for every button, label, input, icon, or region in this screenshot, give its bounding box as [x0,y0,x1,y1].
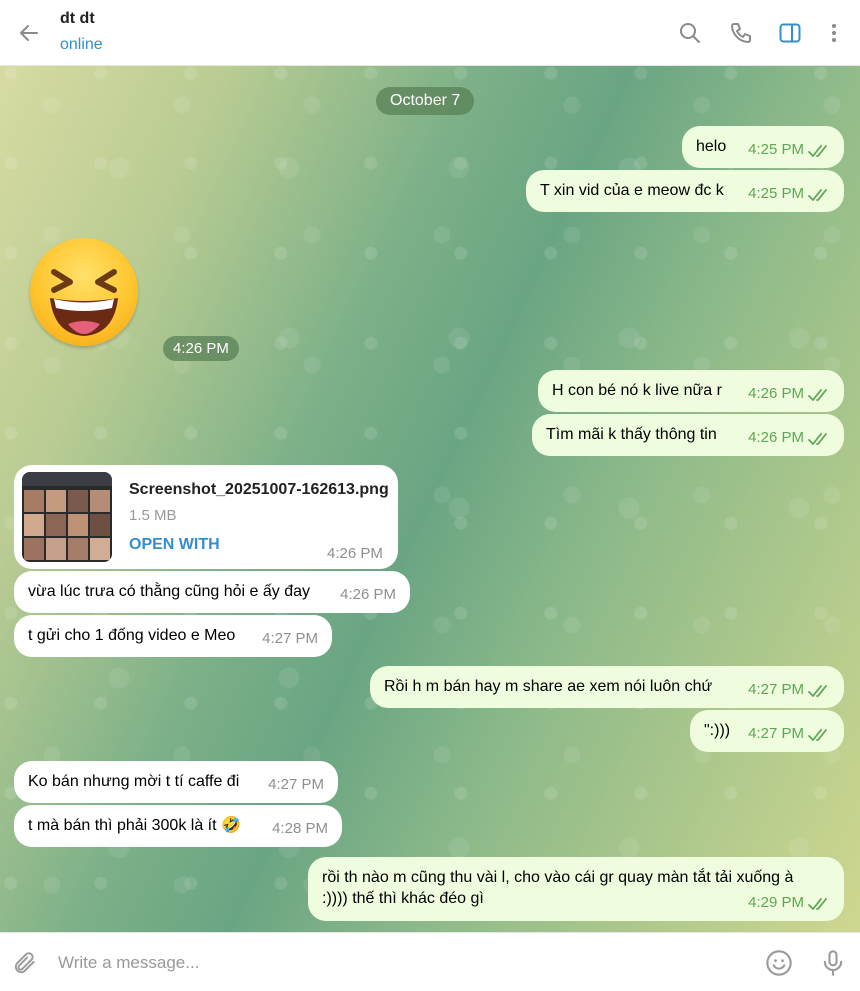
message-bubble-incoming[interactable]: t gửi cho 1 đống video e Meo 4:27 PM [14,615,332,657]
message-text: ":))) [704,722,731,739]
double-check-icon [808,145,827,157]
message-text: t gửi cho 1 đống video e Meo [28,627,236,644]
message-bubble-outgoing[interactable]: H con bé nó k live nữa r 4:26 PM [538,370,844,412]
sidebar-panel-icon [779,23,801,43]
message-bubble-incoming[interactable]: Ko bán nhưng mời t tí caffe đi 4:27 PM [14,761,338,803]
search-icon [680,23,700,43]
message-text: H con bé nó k live nữa r [552,382,722,399]
contact-status: online [60,36,103,53]
message-bubble-outgoing[interactable]: Rồi h m bán hay m share ae xem nói luôn … [370,666,844,708]
microphone-icon [823,950,843,976]
message-text: Rồi h m bán hay m share ae xem nói luôn … [384,678,713,695]
message-text: Tìm mãi k thấy thông tin [546,426,717,443]
more-vertical-icon [832,24,836,42]
file-thumbnail[interactable] [22,472,112,562]
open-with-button[interactable]: OPEN WITH [129,536,220,554]
smile-icon [766,950,792,976]
call-button[interactable] [727,19,755,47]
attach-button[interactable] [8,946,42,980]
message-bubble-incoming[interactable]: vừa lúc trưa có thằng cũng hỏi e ấy đay … [14,571,410,613]
message-text: vừa lúc trưa có thằng cũng hỏi e ấy đay [28,583,311,600]
date-separator: October 7 [376,87,475,115]
message-time: 4:26 PM [748,385,804,402]
message-bubble-outgoing[interactable]: helo 4:25 PM [682,126,844,168]
message-text: T xin vid của e meow đc k [540,182,724,199]
sidebar-toggle-button[interactable] [776,19,804,47]
double-check-icon [808,389,827,401]
message-bubble-incoming[interactable]: t mà bán thì phải 300k là ít 🤣 4:28 PM [14,805,342,847]
sticker-laughing-emoji[interactable] [30,238,138,346]
laughing-face-icon [50,269,118,336]
phone-icon [731,23,751,43]
emoji-button[interactable] [762,946,796,980]
message-input[interactable] [56,947,740,979]
message-text: t mà bán thì phải 300k là ít 🤣 [28,817,241,834]
file-size: 1.5 MB [129,507,177,524]
voice-record-button[interactable] [816,946,850,980]
image-thumbnail-icon [22,472,112,560]
file-name: Screenshot_20251007-162613.png [129,481,389,498]
paperclip-icon [14,952,35,974]
message-time: 4:26 PM [340,586,396,603]
message-text: helo [696,138,727,155]
message-time: 4:27 PM [748,725,804,742]
message-bubble-outgoing[interactable]: ":))) 4:27 PM [690,710,844,752]
message-bubble-outgoing[interactable]: Tìm mãi k thấy thông tin 4:26 PM [532,414,844,456]
back-button[interactable] [14,18,44,48]
message-text: Ko bán nhưng mời t tí caffe đi [28,773,240,790]
message-time: 4:26 PM [748,429,804,446]
double-check-icon [808,189,827,201]
search-button[interactable] [676,19,704,47]
sticker-time: 4:26 PM [163,336,239,361]
message-time: 4:27 PM [748,681,804,698]
more-menu-button[interactable] [820,19,848,47]
message-time: 4:25 PM [748,141,804,158]
message-text: rồi th nào m cũng thu vài l, cho vào cái… [322,869,794,886]
message-bubble-outgoing[interactable]: T xin vid của e meow đc k 4:25 PM [526,170,844,212]
message-bubble-outgoing[interactable]: rồi th nào m cũng thu vài l, cho vào cái… [308,857,844,921]
double-check-icon [808,898,827,910]
message-time: 4:26 PM [327,545,383,562]
double-check-icon [808,729,827,741]
message-time: 4:27 PM [268,776,324,793]
chat-header: dt dt online [0,0,860,66]
message-composer [0,932,860,991]
message-time: 4:25 PM [748,185,804,202]
arrow-left-icon [20,25,38,41]
double-check-icon [808,685,827,697]
message-time: 4:27 PM [262,630,318,647]
contact-name[interactable]: dt dt [60,10,95,28]
message-time: 4:28 PM [272,820,328,837]
message-time: 4:29 PM [748,894,804,911]
double-check-icon [808,433,827,445]
